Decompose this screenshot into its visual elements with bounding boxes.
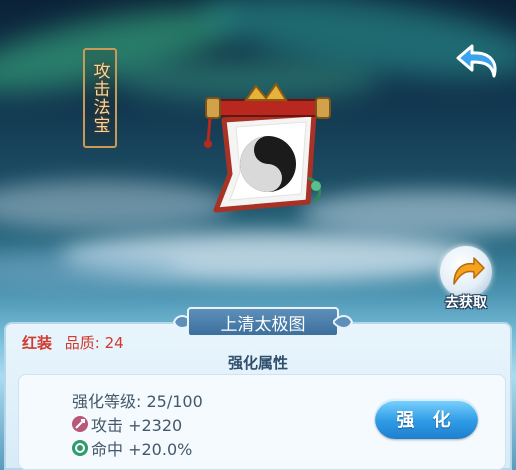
enhance-level-label: 强化等级: 25/100	[72, 392, 203, 411]
curved-arrow-icon	[453, 257, 485, 285]
sword-icon	[72, 416, 88, 432]
attack-stat: 攻击 +2320	[72, 412, 182, 436]
accuracy-label: 命中 +20.0%	[91, 440, 193, 459]
grade-label: 红装	[22, 334, 53, 352]
acquire-button[interactable]: 去获取	[434, 246, 498, 312]
section-title: 强化属性	[227, 354, 288, 372]
quality-label: 品质: 24	[64, 334, 124, 352]
accuracy-stat: 命中 +20.0%	[72, 436, 192, 460]
quality-line: 红装 品质: 24	[22, 332, 124, 353]
acquire-label: 去获取	[445, 295, 487, 311]
nameplate-right-ornament	[333, 315, 353, 329]
acquire-circle	[440, 246, 492, 298]
back-arrow-icon[interactable]	[454, 40, 502, 84]
target-icon	[72, 440, 88, 456]
enhance-button[interactable]: 强 化	[375, 399, 478, 439]
artifact-category-label: 攻击法宝	[83, 48, 117, 148]
artifact-name: 上清太极图	[187, 307, 339, 337]
enhance-level: 强化等级: 25/100	[72, 388, 203, 412]
taiji-scroll-icon	[204, 82, 331, 213]
artifact-nameplate: 上清太极图	[173, 307, 353, 337]
attack-label: 攻击 +2320	[91, 416, 183, 435]
